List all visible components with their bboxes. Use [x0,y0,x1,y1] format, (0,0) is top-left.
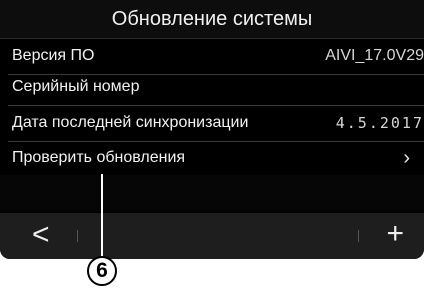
callout-line [101,174,103,257]
callout-number: 6 [87,256,117,286]
chevron-right-icon: › [403,147,410,169]
system-update-screen: Обновление системы Версия ПО AIVI_17.0V2… [0,0,424,259]
bottom-bar: < + [0,213,424,259]
last-sync-date-label: Дата последней синхронизации [12,114,249,131]
divider [358,230,359,242]
check-updates-button[interactable]: Проверить обновления › [8,140,424,177]
back-icon[interactable]: < [32,217,50,253]
list-item-serial-number: Серийный номер [8,69,424,106]
divider [77,230,78,242]
list-item-last-sync-date: Дата последней синхронизации 4.5.2017 [8,105,424,142]
serial-number-label: Серийный номер [12,78,140,95]
check-updates-label: Проверить обновления [12,149,186,166]
plus-icon[interactable]: + [386,216,404,252]
last-sync-date-value: 4.5.2017 [335,114,424,132]
page-title: Обновление системы [0,0,424,39]
empty-list-area [0,175,424,211]
